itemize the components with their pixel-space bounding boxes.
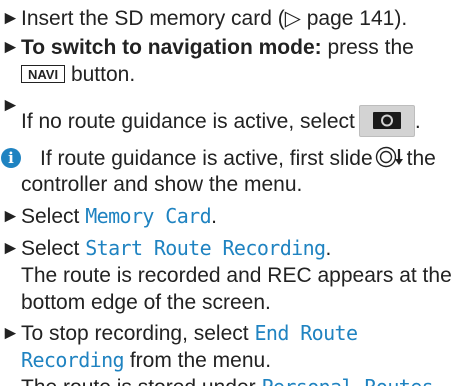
step-text: .	[211, 205, 217, 228]
bullet-arrow: ►	[1, 238, 20, 259]
step-text: page 141).	[300, 7, 408, 30]
result-text: The route is recorded and REC appears at…	[21, 264, 452, 287]
menu-item-memory-card: Memory Card	[85, 204, 212, 228]
bullet-arrow: ►	[1, 37, 20, 58]
step-text: Select	[21, 205, 86, 228]
note-text: controller and show the menu.	[21, 173, 303, 196]
navi-key: NAVI	[21, 65, 66, 83]
step-text: To stop recording, select	[21, 322, 255, 345]
note-text: the	[406, 147, 436, 170]
info-icon: i	[1, 148, 21, 168]
result-text: bottom edge of the screen.	[21, 291, 271, 314]
step-text: If no route guidance is active, select	[21, 110, 355, 133]
menu-item-personal-routes: Personal Routes	[261, 375, 433, 386]
camera-button-icon	[358, 105, 415, 137]
menu-item-start-route-recording: Start Route Recording	[85, 236, 326, 260]
note-text: If route guidance is active, first slide	[40, 147, 373, 170]
step-text: button.	[65, 63, 136, 86]
bullet-arrow: ►	[1, 206, 20, 227]
step-text: .	[325, 237, 332, 260]
menu-item-end-route-recording: End Route	[254, 321, 358, 345]
step-text: from the menu.	[123, 349, 272, 372]
step-text: Select	[21, 237, 86, 260]
step-heading: To switch to navigation mode:	[21, 36, 322, 59]
bullet-arrow: ►	[1, 8, 20, 29]
step-text: Insert the SD memory card (	[21, 7, 285, 30]
result-text: .	[433, 376, 439, 386]
bullet-arrow: ►	[1, 323, 20, 344]
result-text: The route is stored under	[21, 376, 261, 386]
menu-item-end-route-recording: Recording	[21, 348, 125, 372]
step-text: .	[414, 110, 421, 133]
step-text: press the	[321, 36, 414, 59]
bullet-arrow: ►	[1, 95, 20, 116]
page-ref-icon: ▷	[284, 7, 301, 30]
